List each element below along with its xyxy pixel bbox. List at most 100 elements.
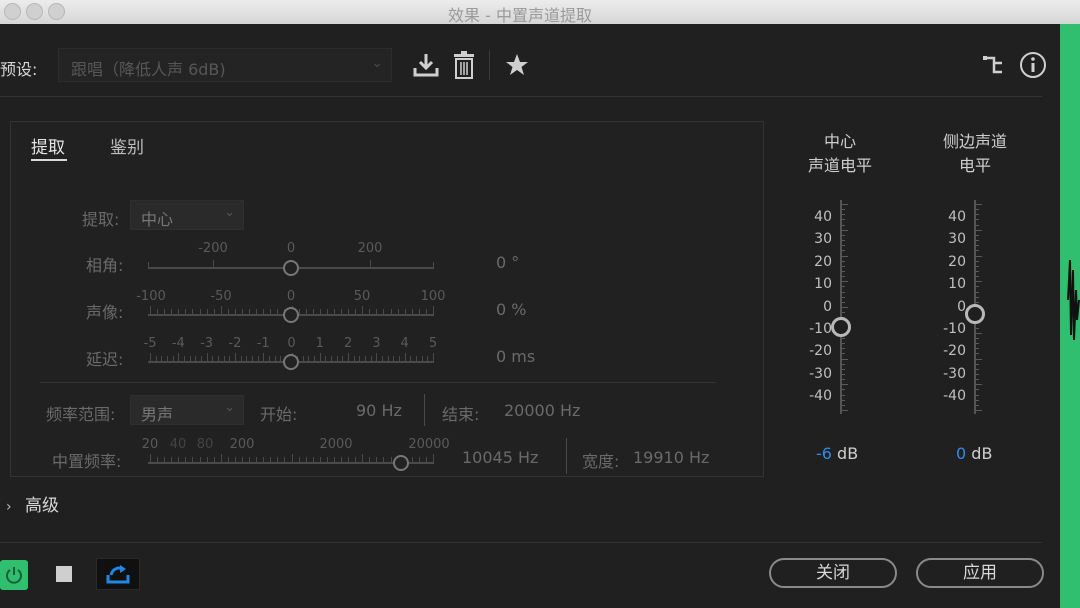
center-level-value[interactable]: -6 dB [816,444,858,463]
preset-label: 预设: [0,60,38,79]
meter-tick [976,204,982,205]
slider-tick [183,356,185,361]
slider-tick [171,309,173,314]
meter-tick [976,276,979,278]
meter-tick [842,379,845,381]
slider-tick [362,454,364,462]
pan-value[interactable]: 0 % [496,300,526,319]
slider-tick [383,457,385,462]
freq-range-dropdown[interactable]: 男声 ⌄ [130,395,244,425]
slider-tick [249,309,251,314]
center-freq-label: 中置频率: [52,452,122,471]
info-icon[interactable] [1018,50,1048,80]
window-title: 效果 - 中置声道提取 [448,6,592,25]
meter-tick [842,404,845,406]
pan-slider-handle[interactable] [283,307,299,323]
meter-scale-label: 40 [814,209,832,225]
trash-icon[interactable] [450,50,478,80]
slider-tick [270,457,272,462]
meter-tick [842,384,848,386]
meter-tick [976,270,979,272]
meter-tick [842,265,845,267]
phase-tick-label: 200 [357,241,383,256]
slider-tick [192,309,194,314]
extract-dropdown[interactable]: 中心 ⌄ [130,200,244,230]
meter-tick [842,219,845,221]
extract-value: 中心 [141,210,174,229]
slider-tick [171,457,173,462]
center-meter-title: 中心 声道电平 [790,130,890,178]
slider-tick [157,309,159,314]
meter-tick [976,234,979,236]
end-value[interactable]: 20000 Hz [504,401,580,420]
start-label: 开始: [260,405,298,424]
pan-tick-label: -100 [136,289,166,304]
meter-tick [842,224,845,226]
delay-tick-label: 5 [428,336,438,351]
meter-tick [842,276,845,278]
slider-tick [387,356,389,361]
pan-tick-label: -50 [210,289,232,304]
power-icon[interactable] [0,560,28,590]
meter-level-handle[interactable] [965,303,985,324]
delay-value[interactable]: 0 ms [496,347,535,366]
slider-tick [256,309,258,314]
field-separator [424,394,425,426]
start-value[interactable]: 90 Hz [356,401,402,420]
download-icon[interactable] [410,50,442,80]
side-level-value[interactable]: 0 dB [956,444,992,463]
tab-extract[interactable]: 提取 [31,133,65,158]
meter-level-handle[interactable] [831,316,851,337]
slider-tick [348,353,350,361]
meter-tick [842,394,845,396]
delay-slider-handle[interactable] [283,354,299,370]
star-icon[interactable] [503,50,531,80]
footer-divider [0,542,1042,543]
loop-icon[interactable] [96,558,140,590]
meter-tick [842,291,845,293]
header-divider [0,96,1042,97]
center-freq-slider-handle[interactable] [393,455,409,471]
meter-tick [976,384,982,386]
phase-tick-label: 0 [286,241,296,256]
slider-tick [308,356,310,361]
center-freq-slider-track[interactable] [148,462,434,464]
slider-tick [319,457,321,462]
meter-tick [976,214,979,216]
delay-tick-label: 4 [400,336,409,351]
slider-tick [164,457,166,462]
side-meter-title-line1: 侧边声道 [942,132,1007,151]
end-label: 结束: [442,405,480,424]
slider-tick [433,454,434,462]
slider-tick [178,309,180,314]
tab-discrimination[interactable]: 鉴别 [110,133,144,158]
meter-scale-label: 20 [948,253,966,270]
center-freq-value[interactable]: 10045 Hz [462,448,538,467]
meter-tick [976,224,979,226]
apply-button[interactable]: 应用 [916,558,1044,588]
slider-tick [161,356,163,361]
routing-icon[interactable] [980,50,1008,80]
side-meter-title-line2: 电平 [958,156,991,175]
phase-slider-handle[interactable] [283,260,299,276]
phase-value[interactable]: 0 ° [496,253,519,272]
freq-tick-label: 40 [169,437,187,452]
slider-tick [229,356,231,361]
close-button[interactable]: 关闭 [769,558,897,588]
delay-label: 延迟: [86,350,124,369]
meter-tick [842,245,845,247]
slider-tick [336,356,338,361]
slider-tick [370,356,372,361]
advanced-toggle[interactable]: › 高级 [6,491,59,516]
width-value[interactable]: 19910 Hz [633,448,709,467]
meter-tick [842,358,848,360]
slider-tick [213,309,215,314]
slider-tick [314,356,316,361]
meter-tick [842,286,845,288]
preset-dropdown[interactable]: 跟唱（降低人声 6dB) ⌄ [58,48,392,82]
slider-tick [291,454,293,462]
meter-tick [842,204,848,205]
meter-tick [842,373,845,375]
stop-icon[interactable] [56,566,72,582]
slider-tick [341,309,343,314]
